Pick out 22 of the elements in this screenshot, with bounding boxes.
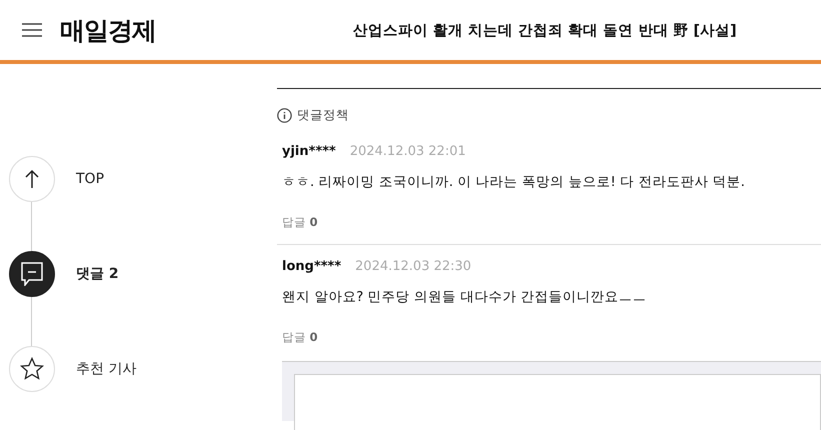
comment-author: long**** [282, 259, 342, 274]
menu-icon [22, 22, 42, 38]
menu-button[interactable] [22, 22, 42, 38]
logo[interactable]: 매일경제 [60, 14, 156, 46]
side-nav-item[interactable]: 추천 기사 [9, 346, 136, 392]
comment-input-field[interactable] [294, 374, 821, 430]
comment-icon [21, 262, 43, 286]
reply-link[interactable]: 답글 0 [282, 215, 318, 230]
side-nav-item[interactable]: 댓글 2 [9, 251, 119, 297]
reply-link[interactable]: 답글 0 [282, 330, 318, 345]
comment-time: 2024.12.03 22:30 [355, 259, 472, 274]
side-nav-item[interactable]: TOP [9, 156, 104, 202]
comment-author: yjin**** [282, 144, 336, 159]
info-icon [277, 108, 292, 123]
comment-text: 왠지 알아요? 민주당 의원들 대다수가 간접들이니깐요ㅡㅡ [282, 288, 648, 306]
comment-text: ㅎㅎ. 리짜이밍 조국이니까. 이 나라는 폭망의 늪으로! 다 전라도판사 덕분. [282, 173, 746, 191]
comment-policy-label[interactable]: 댓글정책 [297, 107, 349, 124]
comment-policy-link[interactable]: 댓글정책 [277, 107, 349, 124]
star-icon [20, 357, 44, 381]
arrow-up-icon [25, 169, 39, 189]
comment-time: 2024.12.03 22:01 [350, 144, 466, 159]
article-title: 산업스파이 활개 치는데 간첩죄 확대 돌연 반대 野 [사설] [353, 22, 737, 40]
